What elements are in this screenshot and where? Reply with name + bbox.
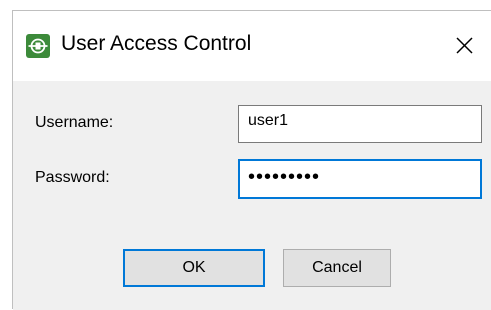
- username-field[interactable]: user1: [238, 105, 482, 143]
- password-label: Password:: [35, 169, 110, 186]
- password-field[interactable]: •••••••••: [238, 159, 482, 199]
- network-plug-icon: [26, 34, 50, 58]
- cancel-button[interactable]: Cancel: [283, 249, 391, 287]
- title-bar[interactable]: User Access Control: [13, 11, 491, 81]
- window-title: User Access Control: [61, 32, 252, 55]
- close-icon[interactable]: [449, 31, 479, 61]
- dialog-body: Username: user1 Password: ••••••••• OK C…: [13, 81, 491, 310]
- username-label: Username:: [35, 114, 114, 131]
- user-access-control-dialog: User Access Control Username: user1 Pass…: [12, 10, 491, 310]
- ok-button[interactable]: OK: [123, 249, 265, 287]
